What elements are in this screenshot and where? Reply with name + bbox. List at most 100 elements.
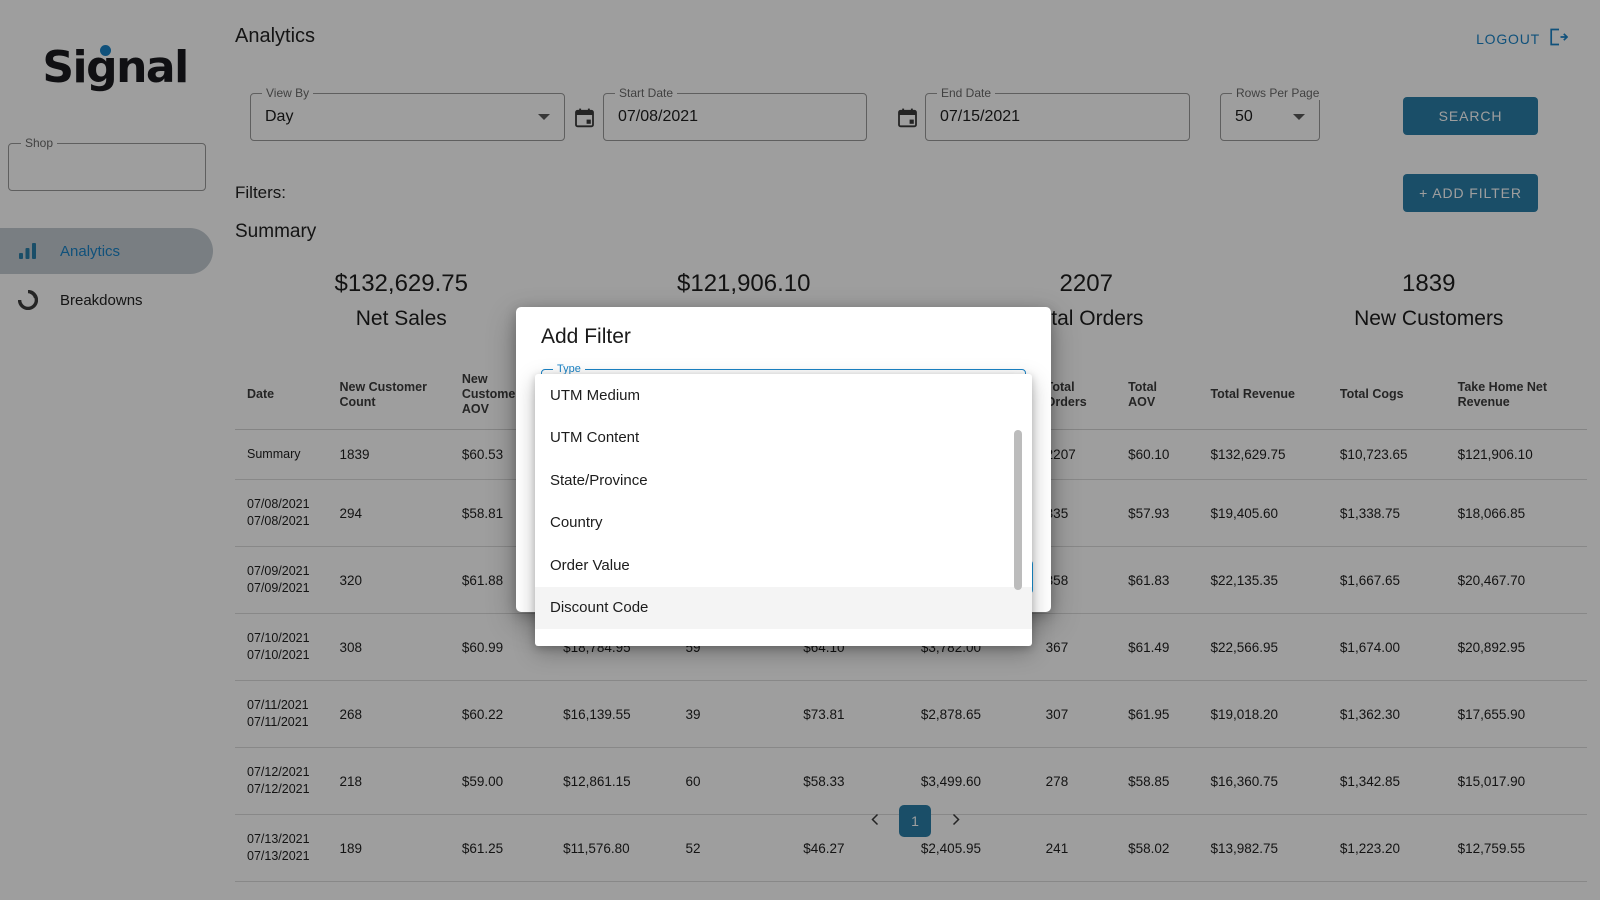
table-cell: $14,858.80 (551, 881, 674, 900)
table-cell: $22,135.35 (1198, 546, 1328, 614)
table-cell: $1,362.30 (1327, 680, 1446, 748)
chevron-down-icon (1293, 114, 1305, 120)
table-cell: 268 (327, 680, 450, 748)
table-cell: $73.81 (791, 680, 909, 748)
sidebar-item-breakdowns-label: Breakdowns (60, 291, 143, 309)
pagination: 1 (230, 805, 1600, 837)
dropdown-option[interactable]: State/Province (535, 459, 1032, 502)
table-column-header: New Customer Count (327, 362, 450, 430)
table-cell: 307 (1033, 680, 1117, 748)
table-cell: 367 (1033, 613, 1117, 681)
stat-value: $121,906.10 (677, 270, 811, 297)
table-column-header: Take Home Net Revenue (1445, 362, 1587, 430)
view-by-value: Day (265, 108, 294, 125)
table-cell: $61.40 (449, 881, 552, 900)
table-cell: 294 (327, 479, 450, 547)
start-date-calendar-icon[interactable] (575, 108, 594, 133)
table-cell: $4,301.35 (908, 881, 1034, 900)
pagination-next-button[interactable] (939, 805, 971, 837)
table-cell: $17,655.90 (1445, 680, 1587, 748)
table-cell: 308 (327, 613, 450, 681)
rows-per-page-label: Rows Per Page (1232, 86, 1324, 100)
search-button[interactable]: SEARCH (1403, 97, 1538, 135)
sidebar: Signal Shop Analytics Breakdowns (0, 0, 230, 900)
table-column-header: Total Cogs (1327, 362, 1446, 430)
table-cell: 242 (327, 881, 450, 900)
table-cell: $20,892.95 (1445, 613, 1587, 681)
table-cell: $1,674.00 (1327, 613, 1446, 681)
table-cell: $22,566.95 (1198, 613, 1328, 681)
chevron-left-icon (869, 813, 882, 829)
start-date-label: Start Date (615, 86, 678, 100)
filter-type-dropdown[interactable]: UTM Medium UTM Content State/Province Count… (535, 374, 1032, 646)
start-date-input[interactable]: Start Date 07/08/2021 (603, 86, 867, 141)
table-cell: $55.86 (791, 881, 909, 900)
table-cell: $132,629.75 (1198, 429, 1328, 480)
rows-per-page-select[interactable]: Rows Per Page 50 (1220, 86, 1324, 141)
table-cell: 07/11/2021 07/11/2021 (235, 680, 328, 748)
stat-value: 1839 (1402, 270, 1456, 297)
table-cell: 39 (673, 680, 792, 748)
page-title: Analytics (235, 25, 316, 47)
donut-chart-icon (8, 290, 48, 310)
shop-label: Shop (21, 136, 58, 150)
table-cell: $19,405.60 (1198, 479, 1328, 547)
table-cell: $60.10 (1116, 429, 1199, 480)
table-cell: $2,114.90 (1327, 881, 1446, 900)
table-cell: 1839 (327, 429, 450, 480)
stat-card: 1839 New Customers (1258, 270, 1600, 331)
table-cell: $61.95 (1116, 680, 1199, 748)
table-cell: 321 (1033, 881, 1117, 900)
bar-chart-icon (8, 242, 48, 260)
sidebar-item-breakdowns[interactable]: Breakdowns (0, 277, 213, 323)
table-cell: 07/10/2021 07/10/2021 (235, 613, 328, 681)
table-cell: $57.93 (1116, 479, 1199, 547)
logout-label: LOGOUT (1476, 30, 1540, 47)
table-cell: 07/14/2021 07/14/2021 (235, 881, 328, 900)
table-cell: $19,160.15 (1198, 881, 1328, 900)
table-row: 07/14/2021 07/14/2021242$61.40$14,858.80… (235, 881, 1587, 900)
table-cell: $1,338.75 (1327, 479, 1446, 547)
table-cell: $17,045.25 (1445, 881, 1587, 900)
end-date-input[interactable]: End Date 07/15/2021 (925, 86, 1190, 141)
dropdown-option[interactable]: UTM Medium (535, 374, 1032, 417)
dropdown-option[interactable]: Order Value (535, 544, 1032, 587)
view-by-label: View By (262, 86, 314, 100)
stat-value: 2207 (1059, 270, 1113, 297)
start-date-value: 07/08/2021 (618, 108, 699, 125)
dropdown-option[interactable]: Country (535, 502, 1032, 545)
table-cell: $121,906.10 (1445, 429, 1587, 480)
summary-label: Summary (235, 221, 317, 242)
dropdown-option[interactable]: Discount Code (535, 586, 1032, 629)
app-root: Signal Shop Analytics Breakdowns Analyti… (0, 0, 1600, 900)
pagination-page-1[interactable]: 1 (899, 805, 931, 837)
dropdown-scrollbar-track[interactable] (1014, 374, 1027, 646)
stat-label: New Customers (1354, 307, 1504, 330)
rows-per-page-value: 50 (1235, 108, 1253, 125)
shop-select[interactable]: Shop (8, 136, 206, 191)
table-cell: 77 (673, 881, 792, 900)
dropdown-option[interactable]: UTM Content (535, 417, 1032, 460)
table-cell: 07/08/2021 07/08/2021 (235, 479, 328, 547)
filters-label: Filters: (235, 183, 286, 202)
add-filter-button[interactable]: + ADD FILTER (1403, 174, 1538, 212)
table-cell: $10,723.65 (1327, 429, 1446, 480)
table-cell: $59.69 (1116, 881, 1199, 900)
logout-button[interactable]: LOGOUT (1476, 28, 1569, 49)
table-cell: $18,066.85 (1445, 479, 1587, 547)
view-by-select[interactable]: View By Day (250, 86, 565, 141)
table-cell: $61.83 (1116, 546, 1199, 614)
table-cell: Summary (235, 429, 328, 480)
table-column-header: Total AOV (1116, 362, 1199, 430)
brand-logo: Signal (0, 42, 230, 93)
table-cell: 07/09/2021 07/09/2021 (235, 546, 328, 614)
sidebar-item-analytics[interactable]: Analytics (0, 228, 213, 274)
dropdown-scrollbar-thumb[interactable] (1014, 430, 1022, 590)
end-date-calendar-icon[interactable] (898, 108, 917, 133)
table-cell: $20,467.70 (1445, 546, 1587, 614)
table-row: 07/11/2021 07/11/2021 268 $60.22 $16,139.55… (235, 680, 1587, 748)
table-cell: 320 (327, 546, 450, 614)
pagination-prev-button[interactable] (859, 805, 891, 837)
table-cell: $2,878.65 (908, 680, 1034, 748)
chevron-right-icon (949, 813, 962, 829)
